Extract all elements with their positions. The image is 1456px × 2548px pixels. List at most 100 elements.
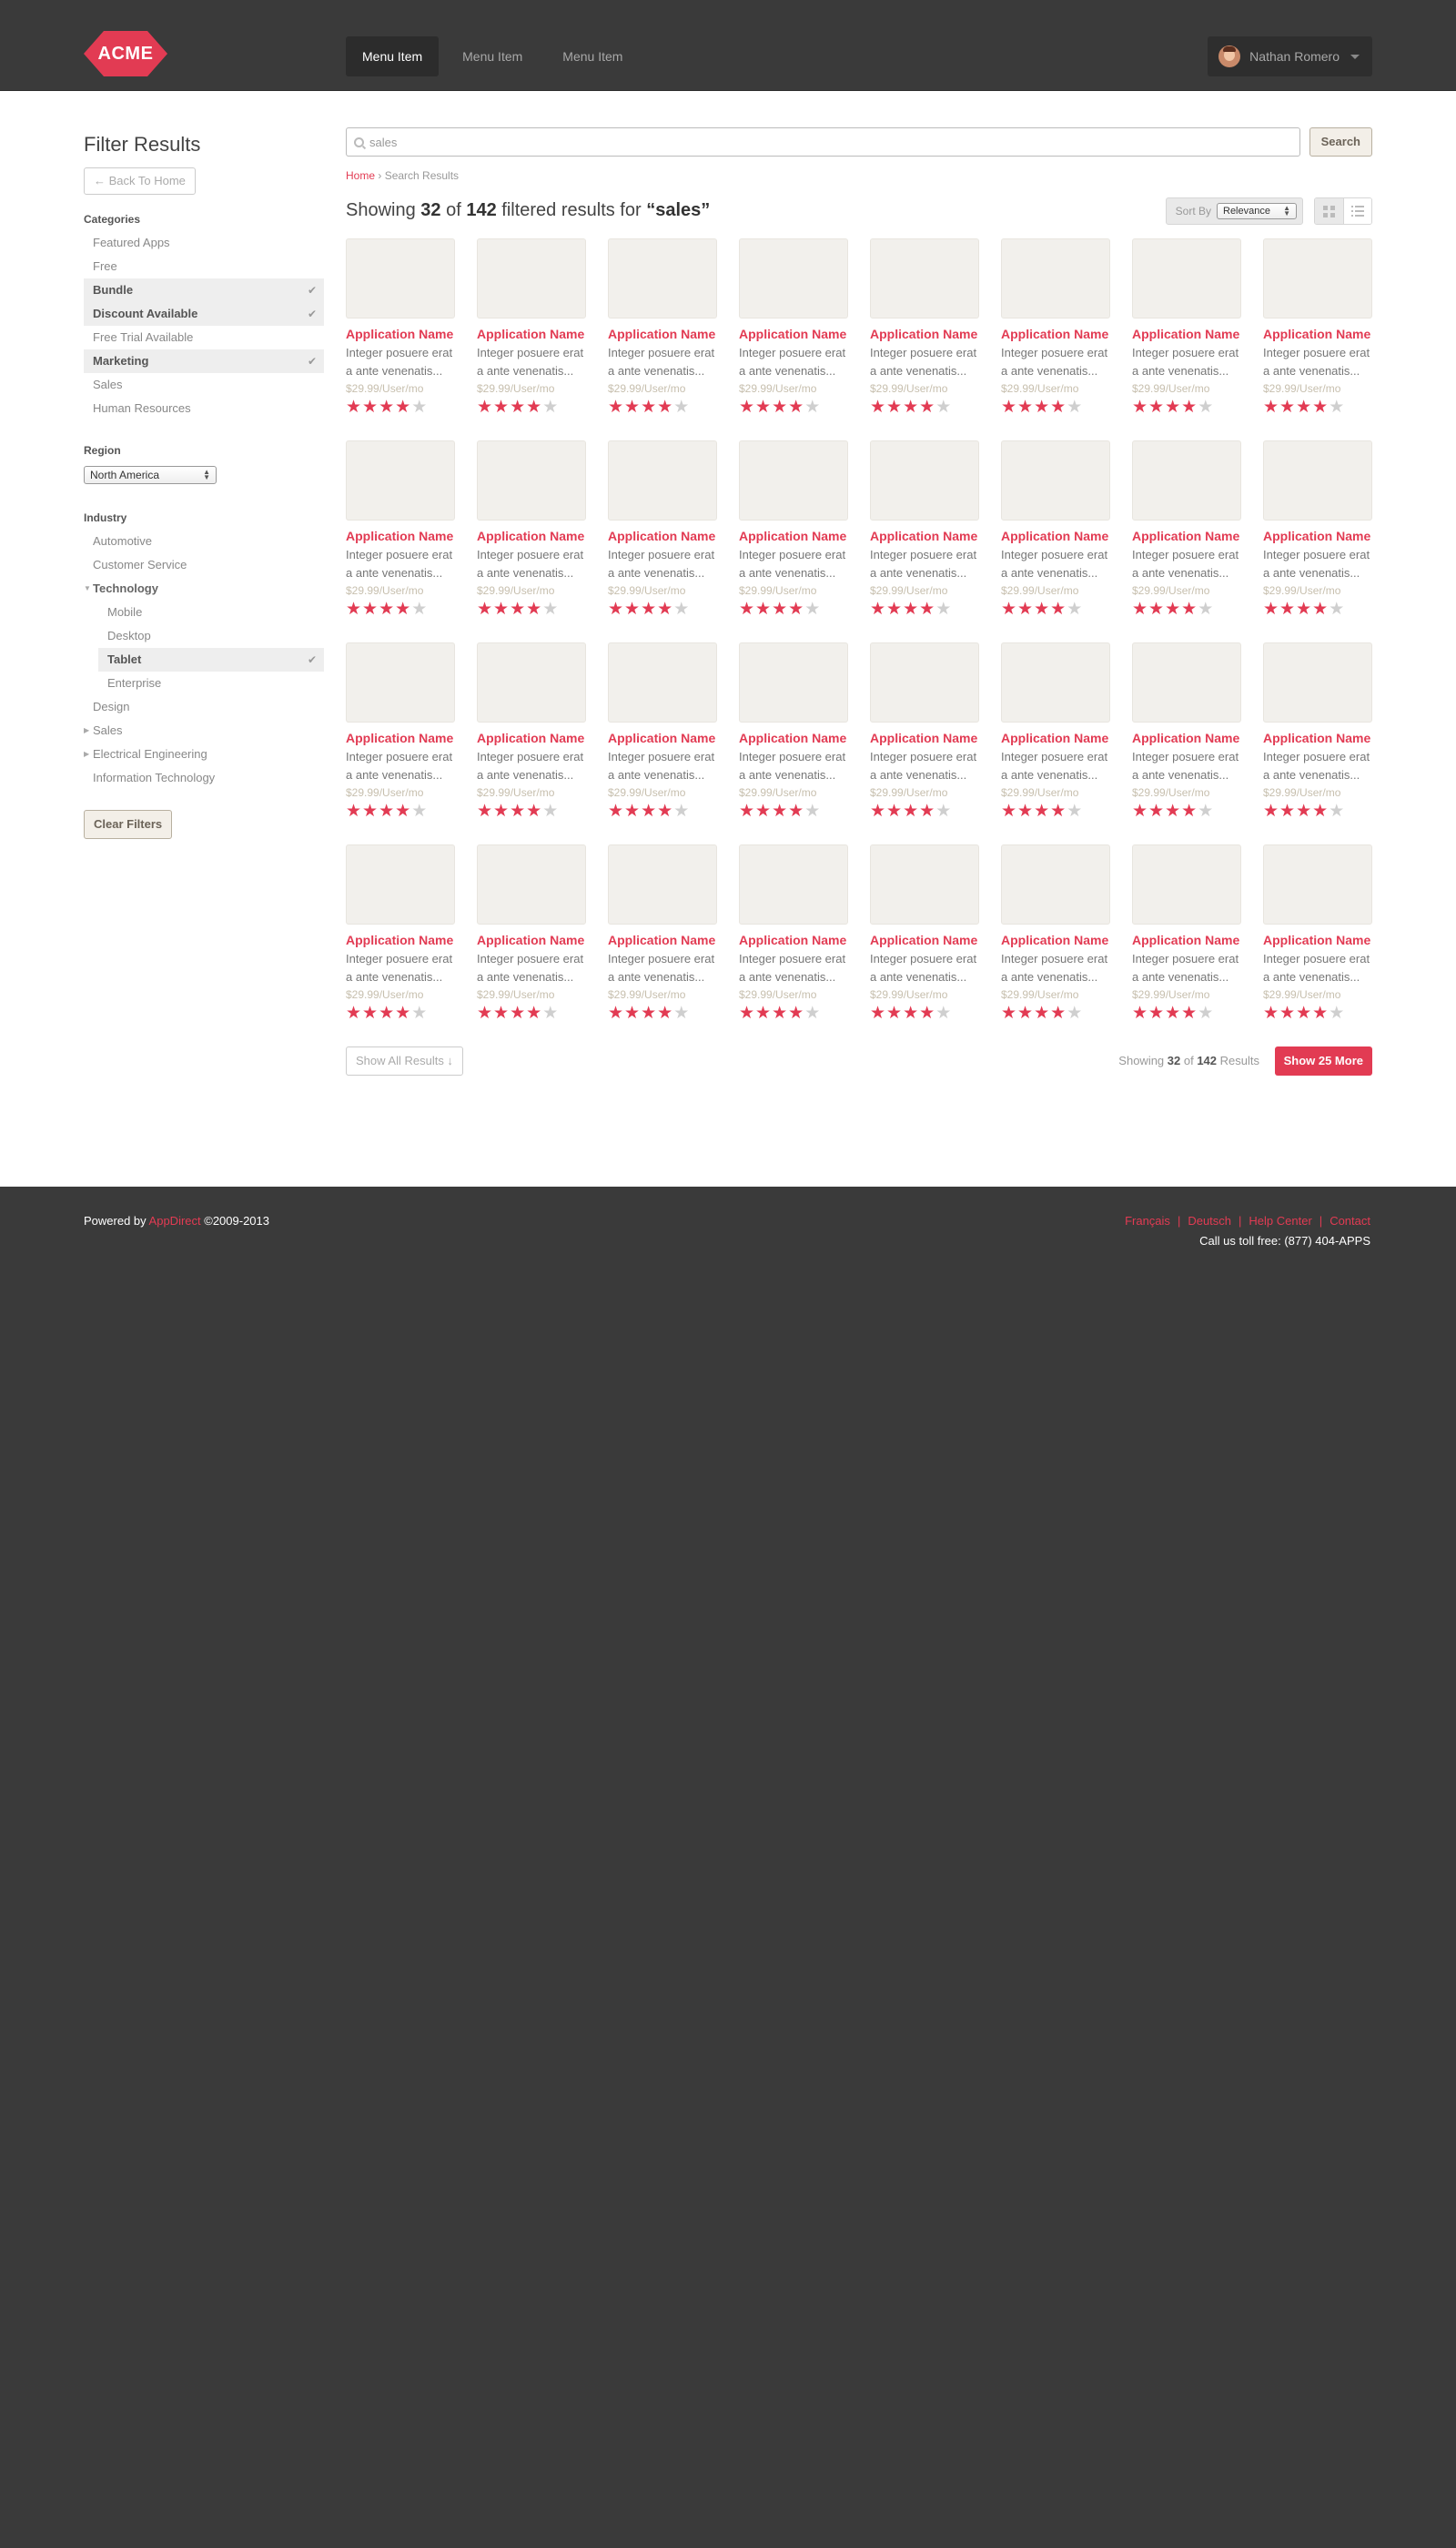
breadcrumb-home-link[interactable]: Home [346,169,375,182]
industry-mobile[interactable]: Mobile [98,601,324,624]
app-name[interactable]: Application Name [346,731,455,745]
app-card[interactable]: Application Name Integer posuere erat a an… [870,642,979,823]
industry-design[interactable]: Design [84,695,324,719]
app-name[interactable]: Application Name [739,933,848,947]
list-view-button[interactable] [1343,198,1371,224]
industry-automotive[interactable]: Automotive [84,530,324,553]
user-menu[interactable]: Nathan Romero [1208,36,1372,76]
acme-logo[interactable]: ACME [84,31,167,76]
app-name[interactable]: Application Name [346,933,455,947]
industry-electrical-engineering[interactable]: ▶ Electrical Engineering [84,743,324,766]
app-card[interactable]: Application Name Integer posuere erat a an… [1263,238,1372,419]
app-card[interactable]: Application Name Integer posuere erat a an… [739,238,848,419]
app-card[interactable]: Application Name Integer posuere erat a an… [870,440,979,621]
app-name[interactable]: Application Name [1001,933,1110,947]
app-card[interactable]: Application Name Integer posuere erat a an… [1001,642,1110,823]
app-card[interactable]: Application Name Integer posuere erat a an… [1001,844,1110,1025]
app-name[interactable]: Application Name [1263,731,1372,745]
app-card[interactable]: Application Name Integer posuere erat a an… [608,238,717,419]
app-card[interactable]: Application Name Integer posuere erat a an… [1001,238,1110,419]
app-name[interactable]: Application Name [870,731,979,745]
footer-link-help-center[interactable]: Help Center [1249,1214,1311,1228]
search-button[interactable]: Search [1309,127,1372,157]
industry-information-technology[interactable]: Information Technology [84,766,324,790]
app-name[interactable]: Application Name [608,731,717,745]
app-card[interactable]: Application Name Integer posuere erat a an… [739,844,848,1025]
nav-item-1[interactable]: Menu Item [346,36,440,76]
app-card[interactable]: Application Name Integer posuere erat a an… [1132,440,1241,621]
app-name[interactable]: Application Name [608,327,717,341]
industry-technology[interactable]: ▼ Technology [84,577,324,601]
app-name[interactable]: Application Name [477,933,586,947]
grid-view-button[interactable] [1315,198,1343,224]
category-free[interactable]: Free [84,255,324,278]
app-card[interactable]: Application Name Integer posuere erat a an… [870,844,979,1025]
category-bundle[interactable]: Bundle ✔ [84,278,324,302]
app-card[interactable]: Application Name Integer posuere erat a an… [1001,440,1110,621]
app-card[interactable]: Application Name Integer posuere erat a an… [739,440,848,621]
app-name[interactable]: Application Name [1132,529,1241,543]
app-name[interactable]: Application Name [1001,327,1110,341]
app-card[interactable]: Application Name Integer posuere erat a an… [608,440,717,621]
app-card[interactable]: Application Name Integer posuere erat a an… [608,642,717,823]
category-human-resources[interactable]: Human Resources [84,397,324,420]
category-featured-apps[interactable]: Featured Apps [84,231,324,255]
app-name[interactable]: Application Name [739,731,848,745]
app-name[interactable]: Application Name [608,933,717,947]
app-name[interactable]: Application Name [1263,327,1372,341]
app-name[interactable]: Application Name [870,327,979,341]
app-name[interactable]: Application Name [346,529,455,543]
category-marketing[interactable]: Marketing ✔ [84,349,324,373]
app-card[interactable]: Application Name Integer posuere erat a an… [739,642,848,823]
app-name[interactable]: Application Name [1263,529,1372,543]
industry-desktop[interactable]: Desktop [98,624,324,648]
search-field[interactable] [346,127,1300,157]
app-name[interactable]: Application Name [870,933,979,947]
app-card[interactable]: Application Name Integer posuere erat a an… [1263,844,1372,1025]
app-card[interactable]: Application Name Integer posuere erat a an… [477,844,586,1025]
show-all-results-button[interactable]: Show All Results ↓ [346,1046,463,1076]
app-name[interactable]: Application Name [477,529,586,543]
app-name[interactable]: Application Name [1132,327,1241,341]
app-card[interactable]: Application Name Integer posuere erat a an… [346,440,455,621]
app-card[interactable]: Application Name Integer posuere erat a an… [870,238,979,419]
app-name[interactable]: Application Name [1263,933,1372,947]
app-name[interactable]: Application Name [1001,731,1110,745]
app-card[interactable]: Application Name Integer posuere erat a an… [346,238,455,419]
app-name[interactable]: Application Name [477,327,586,341]
app-name[interactable]: Application Name [1132,933,1241,947]
app-card[interactable]: Application Name Integer posuere erat a an… [1263,440,1372,621]
back-to-home-button[interactable]: ← Back To Home [84,167,196,195]
appdirect-link[interactable]: AppDirect [149,1214,201,1228]
industry-tablet[interactable]: Tablet ✔ [98,648,324,672]
nav-item-3[interactable]: Menu Item [546,36,639,76]
app-card[interactable]: Application Name Integer posuere erat a an… [477,238,586,419]
category-discount-available[interactable]: Discount Available ✔ [84,302,324,326]
industry-enterprise[interactable]: Enterprise [98,672,324,695]
app-card[interactable]: Application Name Integer posuere erat a an… [1132,238,1241,419]
app-card[interactable]: Application Name Integer posuere erat a an… [1132,642,1241,823]
industry-sales[interactable]: ▶ Sales [84,719,324,743]
footer-link-deutsch[interactable]: Deutsch [1188,1214,1231,1228]
nav-item-2[interactable]: Menu Item [446,36,539,76]
app-card[interactable]: Application Name Integer posuere erat a an… [346,844,455,1025]
app-card[interactable]: Application Name Integer posuere erat a an… [608,844,717,1025]
category-free-trial[interactable]: Free Trial Available [84,326,324,349]
app-name[interactable]: Application Name [739,529,848,543]
show-more-button[interactable]: Show 25 More [1274,1046,1372,1076]
app-name[interactable]: Application Name [1132,731,1241,745]
app-card[interactable]: Application Name Integer posuere erat a an… [1263,642,1372,823]
footer-link-contact[interactable]: Contact [1330,1214,1370,1228]
app-name[interactable]: Application Name [346,327,455,341]
app-card[interactable]: Application Name Integer posuere erat a an… [477,642,586,823]
app-name[interactable]: Application Name [477,731,586,745]
sort-select[interactable]: Relevance ▲ ▼ [1217,203,1297,219]
category-sales[interactable]: Sales [84,373,324,397]
app-card[interactable]: Application Name Integer posuere erat a an… [346,642,455,823]
app-name[interactable]: Application Name [608,529,717,543]
footer-link-francais[interactable]: Français [1125,1214,1170,1228]
app-name[interactable]: Application Name [870,529,979,543]
app-card[interactable]: Application Name Integer posuere erat a an… [477,440,586,621]
region-select[interactable]: North America ▲ ▼ [84,466,217,484]
clear-filters-button[interactable]: Clear Filters [84,810,173,839]
